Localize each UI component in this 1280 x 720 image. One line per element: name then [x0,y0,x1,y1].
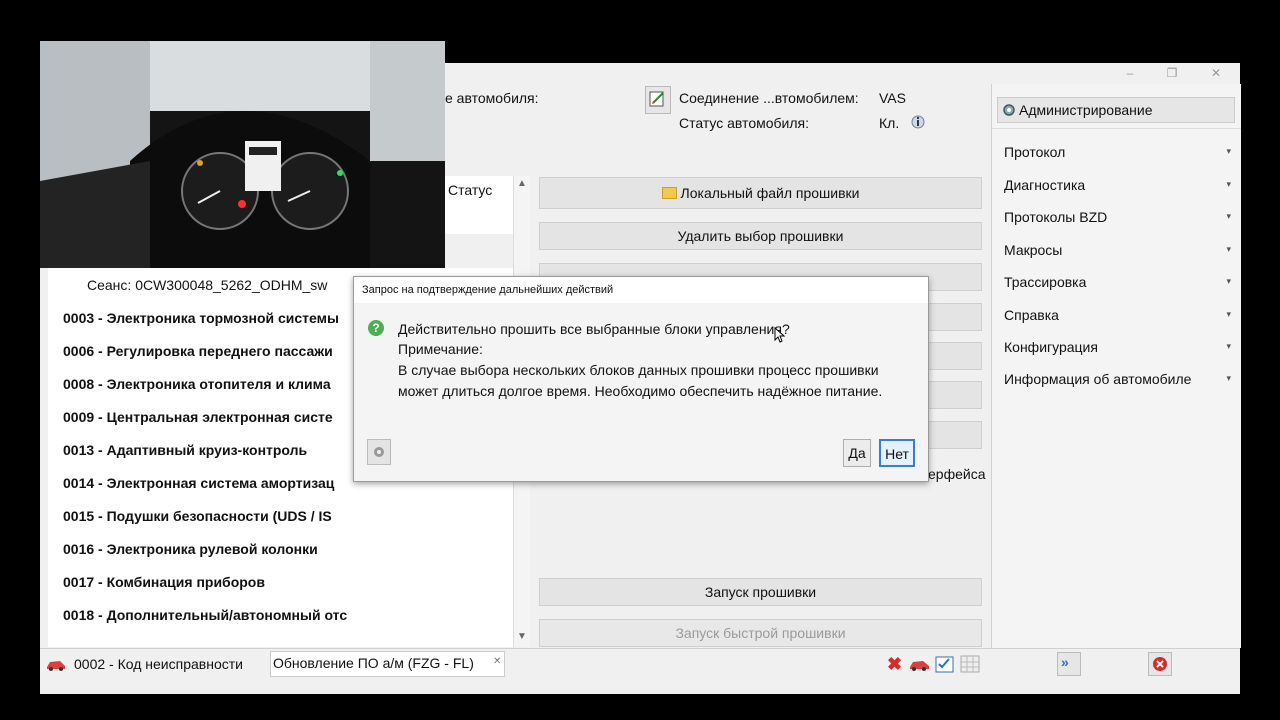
dialog-title: Запрос на подтверждение дальнейших дейст… [354,277,928,303]
dashboard-video [40,41,445,268]
list-item[interactable]: 0013 - Адаптивный круиз-контроль [63,442,307,458]
mouse-cursor-icon [774,326,786,346]
menu-item-protocol[interactable]: Протокол [1004,144,1065,160]
interface-label: ерфейса [928,466,986,482]
chevron-down-icon[interactable]: ▾ [1226,276,1231,287]
dialog-note-label: Примечание: [398,341,483,357]
list-item[interactable]: 0018 - Дополнительный/автономный отс [63,607,347,623]
administration-button[interactable]: Администрирование [997,97,1235,123]
status-header: Статус [448,182,493,198]
delete-firmware-selection-button[interactable]: Удалить выбор прошивки [539,222,982,250]
chevron-down-icon[interactable]: ▾ [1226,211,1231,222]
confirmation-dialog: Запрос на подтверждение дальнейших дейст… [353,276,929,482]
start-fast-flashing-button: Запуск быстрой прошивки [539,619,982,647]
status-label: Статус автомобиля: [679,115,809,131]
list-item[interactable]: 0008 - Электроника отопителя и клима [63,376,331,392]
menu-item-help[interactable]: Справка [1004,307,1059,323]
chevron-down-icon[interactable]: ▾ [1226,373,1231,384]
menu-item-vehicle-info[interactable]: Информация об автомобиле [1004,371,1191,387]
chevron-down-icon[interactable]: ▾ [1226,179,1231,190]
close-window-button[interactable]: ✕ [1196,63,1236,83]
tab-firmware-update-label: Обновление ПО а/м (FZG - FL) [273,655,474,671]
close-circle-icon [1153,657,1167,671]
chevron-down-icon[interactable]: ▾ [1226,309,1231,320]
grid-icon[interactable] [960,655,980,676]
chevron-down-icon[interactable]: ▾ [1226,244,1231,255]
delete-icon[interactable]: ✖ [887,655,902,673]
list-item[interactable]: 0015 - Подушки безопасности (UDS / IS [63,508,332,524]
bottom-tab-bar: 0002 - Код неисправности Обновление ПО а… [40,648,1240,679]
menu-item-diagnostics[interactable]: Диагностика [1004,177,1085,193]
tab-firmware-update[interactable]: Обновление ПО а/м (FZG - FL) ✕ [270,651,505,677]
chevron-down-icon[interactable]: ▾ [1226,146,1231,157]
local-firmware-file-label: Локальный файл прошивки [680,185,860,201]
dialog-icon-button[interactable] [367,439,391,465]
svg-text:?: ? [372,321,379,335]
dialog-note-line1: В случае выбора нескольких блоков данных… [398,362,879,378]
list-item[interactable]: 0006 - Регулировка переднего пассажи [63,343,333,359]
session-label: Сеанс: 0CW300048_5262_ODHM_sw [87,277,328,293]
double-chevron-right-icon: » [1061,654,1069,670]
minimize-button[interactable]: – [1110,63,1150,83]
connection-label: Соединение ...втомобилем: [679,90,859,106]
divider [992,128,1241,129]
list-item[interactable]: 0017 - Комбинация приборов [63,574,265,590]
question-icon: ? [367,319,385,340]
exit-button[interactable] [1148,652,1172,676]
tab-fault-code[interactable]: 0002 - Код неисправности [74,652,243,676]
administration-label: Администрирование [1019,102,1153,118]
menu-item-macros[interactable]: Макросы [1004,242,1062,258]
no-button[interactable]: Нет [879,439,915,467]
settings-icon [374,447,384,457]
scroll-up-icon[interactable]: ▲ [517,178,527,189]
list-item[interactable]: 0014 - Электронная система амортизац [63,475,334,491]
status-info-icon [910,114,926,133]
edit-vehicle-button[interactable] [645,86,671,114]
list-item[interactable]: 0003 - Электроника тормозной системы [63,310,339,326]
menu-item-bzd-protocols[interactable]: Протоколы BZD [1004,209,1107,225]
status-column: Статус [445,176,513,234]
status-value: Кл. [879,115,900,131]
close-tab-icon[interactable]: ✕ [493,656,501,667]
maximize-button[interactable]: ❐ [1152,63,1192,83]
dialog-question: Действительно прошить все выбранные блок… [398,321,790,337]
chevron-down-icon[interactable]: ▾ [1226,341,1231,352]
car-icon [46,657,66,674]
gear-icon [1002,103,1016,120]
menu-item-tracing[interactable]: Трассировка [1004,274,1086,290]
dialog-note-line2: может длиться долгое время. Необходимо о… [398,383,883,399]
forward-button[interactable]: » [1057,652,1081,676]
vehicle-label: е автомобиля: [445,90,539,106]
folder-icon [661,187,677,199]
scroll-down-icon[interactable]: ▼ [517,631,527,642]
edit-icon [649,91,664,107]
car-icon[interactable] [909,657,931,674]
start-flashing-button[interactable]: Запуск прошивки [539,578,982,606]
connection-value: VAS [879,90,906,106]
list-item[interactable]: 0016 - Электроника рулевой колонки [63,541,318,557]
right-sidebar: Администрирование Протокол ▾ Диагностика… [991,84,1241,648]
list-item[interactable]: 0009 - Центральная электронная систе [63,409,333,425]
yes-button[interactable]: Да [843,439,871,467]
checklist-icon[interactable] [935,655,955,676]
local-firmware-file-button[interactable]: Локальный файл прошивки [539,177,982,209]
menu-item-configuration[interactable]: Конфигурация [1004,339,1098,355]
